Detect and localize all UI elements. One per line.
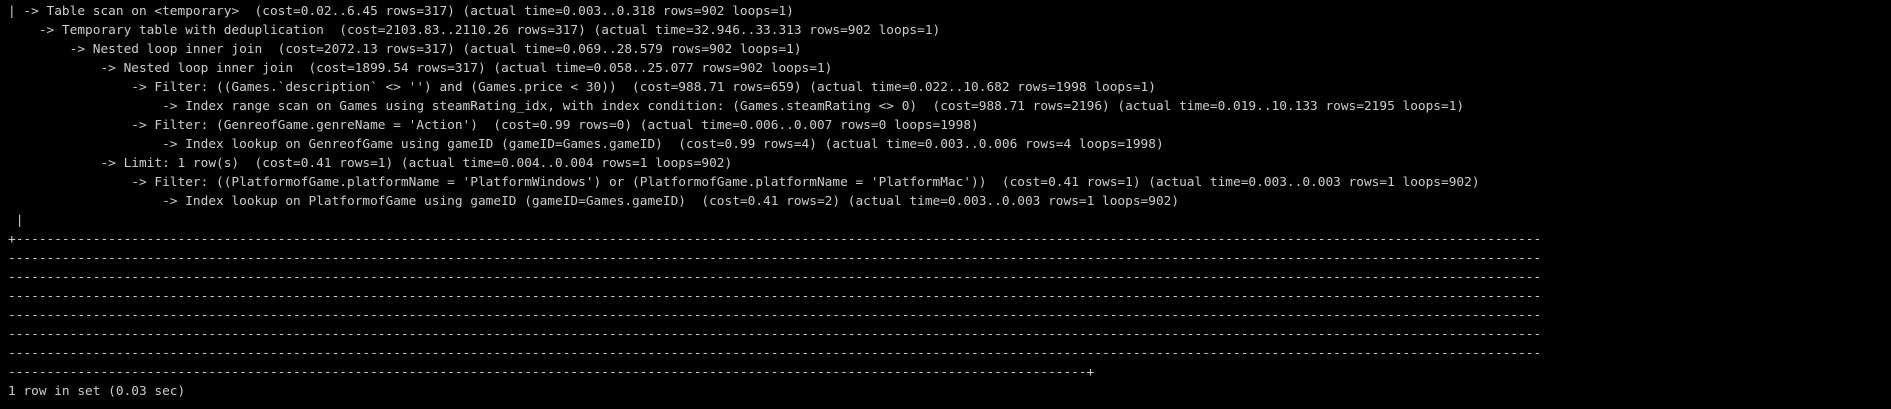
plan-line: -> Index lookup on GenreofGame using gam… xyxy=(8,137,1164,152)
result-status-line: 1 row in set (0.03 sec) xyxy=(8,384,186,399)
plan-line: | -> Table scan on <temporary> (cost=0.0… xyxy=(8,4,794,19)
plan-line: -> Filter: ((PlatformofGame.platformName… xyxy=(8,175,1480,190)
plan-line: -> Temporary table with deduplication (c… xyxy=(8,23,941,38)
border-line: ----------------------------------------… xyxy=(8,270,1542,285)
plan-line: -> Index range scan on Games using steam… xyxy=(8,99,1465,114)
border-line: +---------------------------------------… xyxy=(8,232,1542,247)
border-line: ----------------------------------------… xyxy=(8,308,1542,323)
border-line: ----------------------------------------… xyxy=(8,289,1542,304)
border-line: ----------------------------------------… xyxy=(8,327,1542,342)
result-table-border: +---------------------------------------… xyxy=(8,230,1891,382)
plan-line: -> Limit: 1 row(s) (cost=0.41 rows=1) (a… xyxy=(8,156,733,171)
border-line: ----------------------------------------… xyxy=(8,365,1095,380)
terminal-output: | -> Table scan on <temporary> (cost=0.0… xyxy=(0,0,1891,409)
explain-plan-output: | -> Table scan on <temporary> (cost=0.0… xyxy=(8,2,1891,230)
plan-line: -> Filter: (GenreofGame.genreName = 'Act… xyxy=(8,118,979,133)
plan-line: -> Index lookup on PlatformofGame using … xyxy=(8,194,1180,209)
border-line: ----------------------------------------… xyxy=(8,346,1542,361)
plan-line: -> Nested loop inner join (cost=2072.13 … xyxy=(8,42,802,57)
plan-line: -> Nested loop inner join (cost=1899.54 … xyxy=(8,61,833,76)
plan-line: | xyxy=(8,213,24,228)
border-line: ----------------------------------------… xyxy=(8,251,1542,266)
plan-line: -> Filter: ((Games.`description` <> '') … xyxy=(8,80,1156,95)
